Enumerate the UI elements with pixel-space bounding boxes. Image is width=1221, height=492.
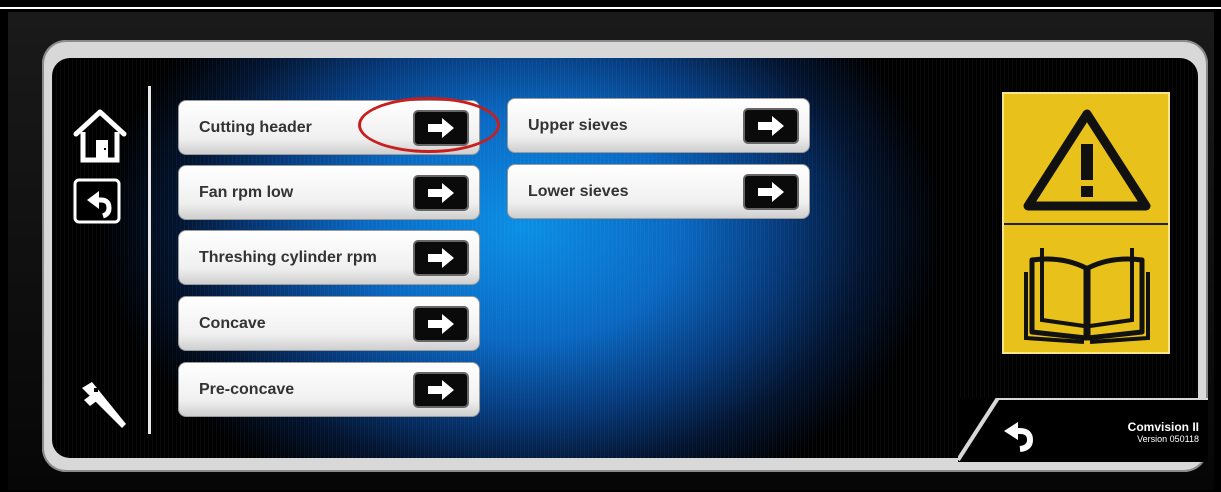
home-icon	[73, 109, 127, 163]
warning-icon	[1023, 109, 1151, 211]
tools-button[interactable]	[78, 378, 130, 435]
arrow-right-icon[interactable]	[743, 108, 799, 144]
back-button[interactable]	[73, 178, 121, 229]
menu-button-threshing-cylinder-rpm[interactable]: Threshing cylinder rpm	[178, 230, 480, 285]
menu-label: Concave	[199, 314, 266, 332]
brand-block: Comvision II Version 050118	[1128, 420, 1199, 444]
warning-divider	[1004, 223, 1168, 225]
warning-panel[interactable]	[1002, 92, 1170, 354]
back-icon	[73, 178, 121, 224]
menu-label: Upper sieves	[528, 116, 628, 134]
manual-book-icon	[1024, 248, 1150, 344]
home-button[interactable]	[70, 104, 130, 169]
arrow-right-icon[interactable]	[743, 174, 799, 210]
menu-button-pre-concave[interactable]: Pre-concave	[178, 362, 480, 417]
brand-name: Comvision II	[1127, 420, 1199, 434]
arrow-right-icon[interactable]	[413, 306, 469, 342]
arrow-right-icon[interactable]	[413, 372, 469, 408]
menu-button-fan-rpm-low[interactable]: Fan rpm low	[178, 165, 480, 220]
highlight-circle	[358, 97, 500, 153]
menu-label: Fan rpm low	[199, 183, 294, 201]
menu-label: Lower sieves	[528, 182, 629, 200]
menu-button-concave[interactable]: Concave	[178, 296, 480, 351]
version-text: Version 050118	[1137, 434, 1199, 444]
arrow-right-icon[interactable]	[413, 175, 469, 211]
menu-label: Pre-concave	[199, 380, 295, 398]
back-icon	[1004, 422, 1034, 452]
menu-label: Threshing cylinder rpm	[199, 248, 377, 266]
caliper-icon	[82, 382, 126, 428]
menu-button-lower-sieves[interactable]: Lower sieves	[507, 164, 810, 219]
menu-button-upper-sieves[interactable]: Upper sieves	[507, 98, 810, 153]
menu-label: Cutting header	[199, 118, 312, 136]
side-divider	[148, 86, 151, 434]
top-strip	[0, 0, 1221, 10]
arrow-right-icon[interactable]	[413, 240, 469, 276]
bottom-back-button[interactable]	[1000, 418, 1034, 457]
